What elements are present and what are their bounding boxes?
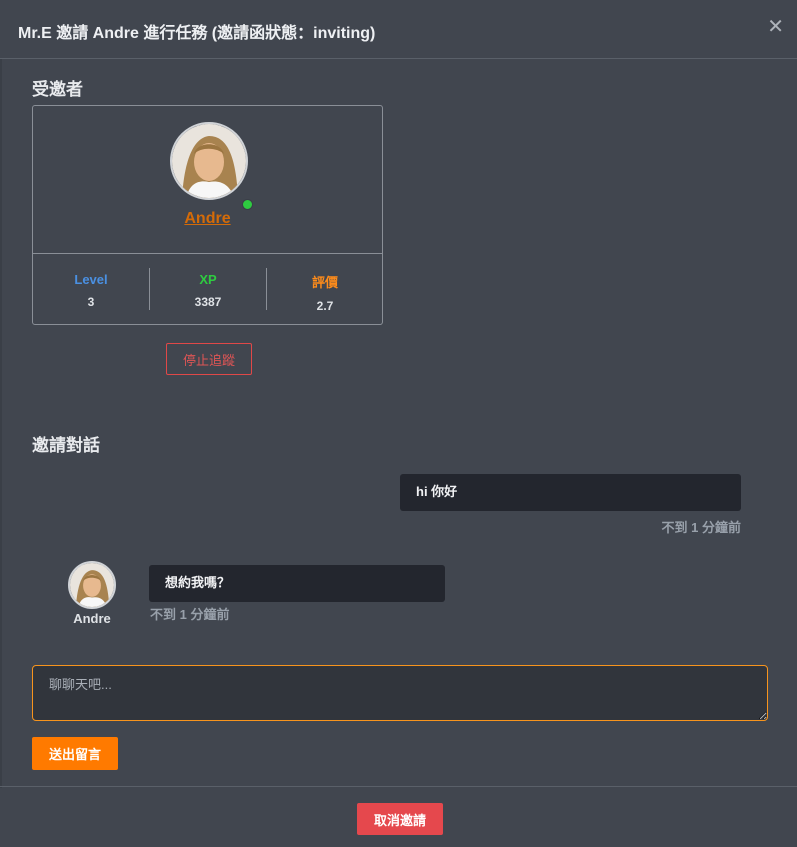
stat-value: 3 bbox=[87, 295, 95, 309]
chat-input[interactable] bbox=[32, 665, 768, 721]
stat-value: 2.7 bbox=[316, 299, 334, 313]
stat-xp: XP 3387 bbox=[150, 272, 266, 309]
message-time: 不到 1 分鐘前 bbox=[661, 520, 741, 535]
invitee-card: Andre Level 3 XP 3387 評價 2.7 bbox=[32, 105, 383, 325]
avatar-image bbox=[172, 124, 246, 198]
card-divider bbox=[33, 253, 382, 254]
modal-title: Mr.E 邀請 Andre 進行任務 (邀請函狀態：inviting) bbox=[18, 25, 376, 42]
unfollow-button[interactable]: 停止追蹤 bbox=[166, 343, 252, 375]
message-text: hi 你好 bbox=[416, 484, 458, 499]
avatar bbox=[170, 122, 248, 200]
message-text: 想約我嗎？ bbox=[165, 575, 231, 590]
stat-label: XP bbox=[199, 272, 217, 287]
sender-avatar-image bbox=[70, 563, 114, 607]
online-status-dot bbox=[242, 199, 253, 210]
stat-value: 3387 bbox=[194, 295, 222, 309]
message-time: 不到 1 分鐘前 bbox=[150, 607, 230, 622]
stat-label: Level bbox=[74, 272, 108, 287]
footer-divider bbox=[0, 786, 797, 787]
stat-label: 評價 bbox=[311, 275, 338, 290]
modal-header: Mr.E 邀請 Andre 進行任務 (邀請函狀態：inviting) ✕ bbox=[0, 0, 797, 59]
sender-avatar bbox=[68, 561, 116, 609]
stat-rating: 評價 2.7 bbox=[267, 272, 383, 313]
chat-section-title: 邀請對話 bbox=[32, 436, 100, 455]
invitee-section-title: 受邀者 bbox=[32, 80, 83, 99]
invitee-name-link[interactable]: Andre bbox=[33, 210, 382, 228]
send-message-button[interactable]: 送出留言 bbox=[32, 737, 118, 770]
close-icon[interactable]: ✕ bbox=[767, 15, 784, 39]
stat-level: Level 3 bbox=[33, 272, 149, 309]
cancel-invitation-button[interactable]: 取消邀請 bbox=[357, 803, 443, 835]
sender-name: Andre bbox=[73, 611, 111, 626]
chat-message-outgoing: hi 你好 bbox=[400, 474, 741, 511]
page-edge bbox=[0, 58, 2, 788]
chat-message-incoming: 想約我嗎？ bbox=[149, 565, 445, 602]
